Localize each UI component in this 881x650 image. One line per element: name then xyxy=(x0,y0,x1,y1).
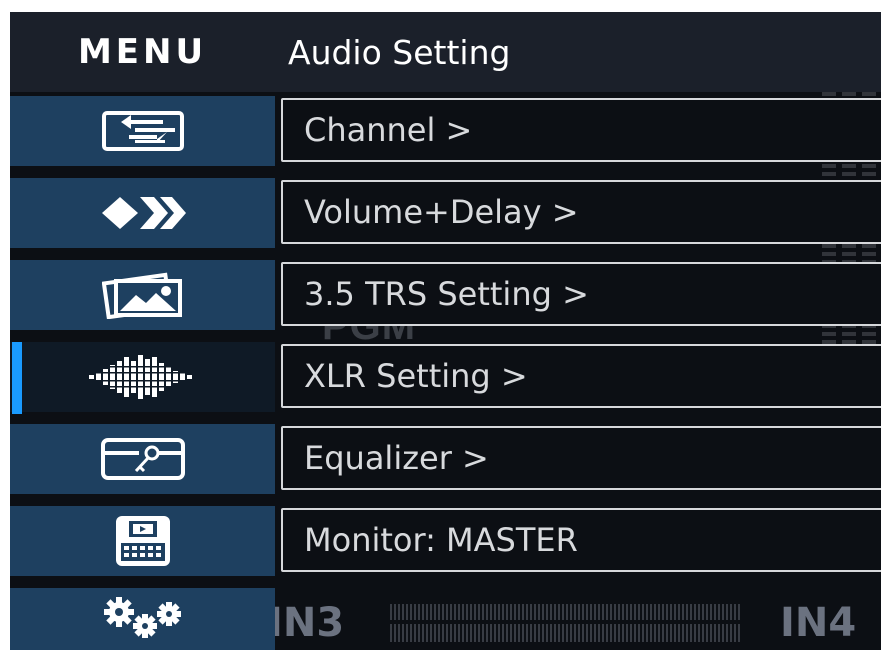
option-label: 3.5 TRS Setting > xyxy=(304,275,589,313)
audio-waveform-icon xyxy=(82,355,203,399)
option-channel[interactable]: Channel > xyxy=(281,98,881,162)
option-label: XLR Setting > xyxy=(304,357,528,395)
menu-title: MENU xyxy=(77,32,208,72)
option-xlr-setting[interactable]: XLR Setting > xyxy=(281,344,881,408)
option-equalizer[interactable]: Equalizer > xyxy=(281,426,881,490)
page-title: Audio Setting xyxy=(288,32,511,72)
sidebar-item-transition[interactable] xyxy=(10,178,275,248)
picture-icon xyxy=(101,272,182,319)
option-monitor[interactable]: Monitor: MASTER xyxy=(281,508,881,572)
screen: PGM MENU Audio Setting IN3 IN4 Channel >… xyxy=(10,12,881,650)
sidebar-item-settings[interactable] xyxy=(10,588,275,650)
header-bar: MENU Audio Setting xyxy=(10,12,881,92)
option-label: Monitor: MASTER xyxy=(304,521,578,559)
in3-label: IN3 xyxy=(268,600,345,646)
in4-audio-meter xyxy=(390,604,740,642)
gears-icon xyxy=(103,597,181,638)
sidebar-item-key[interactable] xyxy=(10,424,275,494)
active-item-marker xyxy=(12,342,22,414)
sidebar-item-input[interactable] xyxy=(10,96,275,166)
option-trs-setting[interactable]: 3.5 TRS Setting > xyxy=(281,262,881,326)
recorder-device-icon xyxy=(115,516,170,566)
in4-label: IN4 xyxy=(780,600,857,646)
option-label: Volume+Delay > xyxy=(304,193,579,231)
key-card-icon xyxy=(100,438,185,480)
sidebar-item-picture[interactable] xyxy=(10,260,275,330)
sidebar-item-audio[interactable] xyxy=(10,342,275,412)
option-volume-delay[interactable]: Volume+Delay > xyxy=(281,180,881,244)
option-label: Equalizer > xyxy=(304,439,489,477)
sidebar-item-recorder[interactable] xyxy=(10,506,275,576)
option-label: Channel > xyxy=(304,111,473,149)
sidebar xyxy=(10,92,275,650)
transition-arrows-icon xyxy=(101,197,186,229)
input-switch-icon xyxy=(101,111,184,151)
